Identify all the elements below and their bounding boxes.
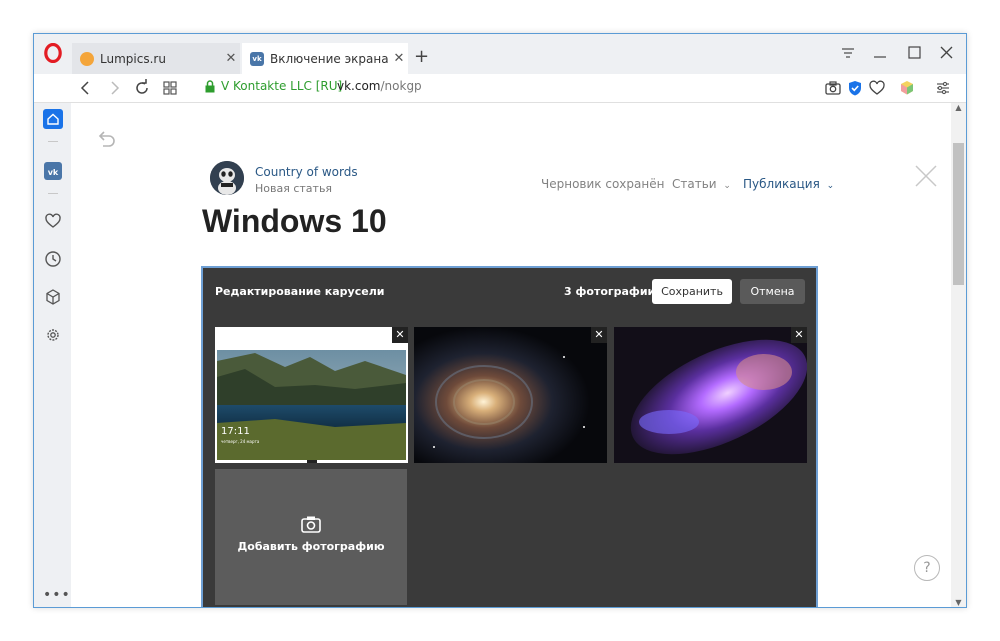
lockscreen-time: 17:11 (221, 426, 250, 437)
remove-photo-icon[interactable]: ✕ (392, 327, 408, 343)
undo-arrow-icon[interactable] (95, 127, 117, 149)
opera-sidebar: vk ••• (34, 103, 71, 607)
home-icon[interactable] (43, 109, 63, 129)
history-clock-icon[interactable] (43, 249, 63, 269)
carousel-editor-title: Редактирование карусели (215, 285, 385, 298)
new-tab-plus-icon[interactable]: + (414, 46, 429, 67)
add-photo-button[interactable]: Добавить фотографию (215, 469, 407, 605)
draft-status: Черновик сохранён (541, 177, 665, 191)
lumpics-favicon-icon (80, 51, 94, 66)
secure-label: V Kontakte LLC [RU] (221, 79, 343, 93)
save-button[interactable]: Сохранить (652, 279, 732, 304)
snapshot-camera-icon[interactable] (824, 79, 842, 97)
articles-menu-label: Статьи (672, 177, 717, 191)
avatar-image-icon (210, 161, 244, 195)
extension-cube-icon[interactable] (898, 79, 916, 97)
chevron-down-icon: ⌄ (723, 181, 731, 191)
lock-icon (205, 79, 215, 92)
cancel-button[interactable]: Отмена (740, 279, 805, 304)
tab-lumpics[interactable]: Lumpics.ru ✕ (72, 43, 240, 74)
sidebar-divider (48, 141, 58, 142)
maximize-icon[interactable] (900, 42, 928, 64)
publish-menu-label: Публикация (743, 177, 820, 191)
tab-close-icon[interactable]: ✕ (390, 51, 408, 66)
secure-connection-badge[interactable]: V Kontakte LLC [RU] (204, 79, 342, 93)
bookmarks-heart-icon[interactable] (43, 211, 63, 231)
remove-photo-icon[interactable]: ✕ (791, 327, 807, 343)
heart-icon[interactable] (868, 79, 886, 97)
carousel-photo-nebula[interactable]: ✕ (614, 327, 807, 463)
page-content: Country of words Новая статья Черновик с… (71, 103, 951, 607)
page-scrollbar[interactable]: ▲ ▼ (951, 103, 966, 607)
tab-menu-icon[interactable] (834, 42, 862, 64)
url-domain: vk.com (337, 79, 381, 93)
help-button[interactable]: ? (914, 555, 940, 581)
svg-text:vk: vk (48, 168, 59, 177)
tab-title: Lumpics.ru (100, 51, 166, 66)
vk-favicon-icon: vk (250, 51, 264, 66)
tab-vk[interactable]: vk Включение экрана блоки ✕ (242, 43, 408, 74)
publish-menu[interactable]: Публикация ⌄ (743, 177, 834, 191)
settings-gear-icon[interactable] (43, 325, 63, 345)
article-subtitle: Новая статья (255, 182, 333, 195)
sidebar-more-icon[interactable]: ••• (43, 588, 70, 602)
nebula-photo-icon (614, 327, 807, 463)
extensions-cube-icon[interactable] (43, 287, 63, 307)
tab-close-icon[interactable]: ✕ (222, 51, 240, 66)
author-name-link[interactable]: Country of words (255, 165, 358, 179)
address-bar: V Kontakte LLC [RU] vk.com/nokgp (34, 74, 966, 103)
carousel-photo-lockscreen[interactable]: 17:11 четверг, 24 марта ✕ (215, 327, 408, 463)
tab-bar: Lumpics.ru ✕ vk Включение экрана блоки ✕… (34, 34, 966, 74)
scroll-thumb[interactable] (953, 143, 964, 285)
articles-menu[interactable]: Статьи ⌄ (672, 177, 731, 191)
author-avatar[interactable] (210, 161, 244, 195)
reload-icon[interactable] (132, 78, 152, 98)
browser-window: Lumpics.ru ✕ vk Включение экрана блоки ✕… (33, 33, 967, 608)
tab-title: Включение экрана блоки (270, 51, 390, 66)
photo-count: 3 фотографии (564, 285, 656, 298)
remove-photo-icon[interactable]: ✕ (591, 327, 607, 343)
adblock-shield-icon[interactable] (846, 79, 864, 97)
close-editor-icon[interactable] (913, 163, 939, 189)
easy-setup-icon[interactable] (934, 79, 952, 97)
scroll-up-icon[interactable]: ▲ (951, 103, 966, 112)
minimize-icon[interactable] (866, 42, 894, 64)
chevron-down-icon: ⌄ (826, 181, 835, 191)
opera-logo-icon[interactable] (44, 43, 62, 63)
close-window-icon[interactable] (933, 42, 961, 64)
vk-messenger-icon[interactable]: vk (43, 161, 63, 181)
scroll-down-icon[interactable]: ▼ (951, 598, 966, 607)
url-path: /nokgp (380, 79, 422, 93)
article-heading[interactable]: Windows 10 (202, 203, 387, 240)
back-icon[interactable] (76, 78, 96, 98)
carousel-editor: Редактирование карусели 3 фотографии Сох… (201, 266, 818, 607)
lockscreen-date: четверг, 24 марта (221, 439, 260, 444)
url-field[interactable]: vk.com/nokgp (337, 79, 422, 93)
speed-dial-grid-icon[interactable] (160, 78, 180, 98)
add-photo-label: Добавить фотографию (237, 540, 385, 553)
sidebar-divider (48, 193, 58, 194)
camera-icon (301, 516, 321, 533)
forward-icon[interactable] (104, 78, 124, 98)
galaxy-photo-icon (414, 327, 607, 463)
carousel-photo-galaxy[interactable]: ✕ (414, 327, 607, 463)
